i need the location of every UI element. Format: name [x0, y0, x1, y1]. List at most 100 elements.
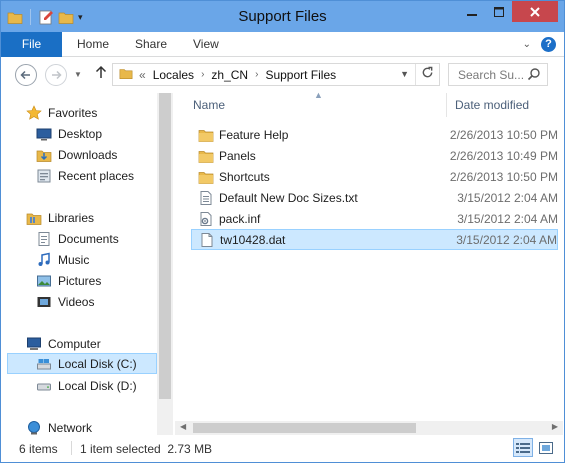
item-count: 6 items	[19, 442, 58, 456]
nav-downloads[interactable]: Downloads	[36, 144, 117, 165]
file-list-horizontal-scrollbar[interactable]: ◀ ▶	[175, 421, 563, 435]
nav-pictures[interactable]: Pictures	[36, 270, 101, 291]
large-icons-view-button[interactable]	[536, 438, 556, 457]
nav-videos-label: Videos	[58, 294, 95, 309]
nav-recent-label: Recent places	[58, 168, 135, 183]
recent-locations-chevron-icon[interactable]: ▼	[74, 70, 82, 79]
file-date: 2/26/2013 10:49 PM	[449, 148, 558, 163]
breadcrumb-overflow[interactable]: «	[139, 68, 146, 82]
help-icon[interactable]: ?	[541, 37, 556, 52]
nav-documents-label: Documents	[58, 231, 119, 246]
nav-music[interactable]: Music	[36, 249, 89, 270]
nav-music-label: Music	[58, 252, 90, 267]
breadcrumb-locales[interactable]: Locales	[153, 68, 194, 82]
libraries-icon	[26, 210, 42, 226]
column-header-name[interactable]: Name	[193, 93, 225, 117]
nav-libraries-label: Libraries	[48, 210, 95, 225]
drive-d-icon	[36, 378, 52, 394]
nav-network-label: Network	[48, 420, 93, 435]
downloads-icon	[36, 147, 52, 163]
nav-videos[interactable]: Videos	[36, 291, 94, 312]
nav-local-d-label: Local Disk (D:)	[58, 378, 137, 393]
navigation-pane: Favorites Desktop Downloads Recent place…	[1, 93, 173, 435]
nav-scrollbar-thumb[interactable]	[159, 93, 171, 399]
search-icon[interactable]	[527, 67, 541, 84]
nav-computer[interactable]: Computer	[26, 333, 101, 354]
breadcrumb-zh-cn[interactable]: zh_CN	[211, 68, 248, 82]
nav-local-disk-c[interactable]: Local Disk (C:)	[7, 353, 157, 374]
file-name: Default New Doc Sizes.txt	[219, 190, 358, 205]
breadcrumb-support-files[interactable]: Support Files	[265, 68, 336, 82]
window-controls	[458, 1, 558, 22]
nav-libraries[interactable]: Libraries	[26, 207, 94, 228]
forward-button[interactable]	[45, 64, 67, 86]
nav-desktop[interactable]: Desktop	[36, 123, 102, 144]
back-button[interactable]	[15, 64, 37, 86]
nav-downloads-label: Downloads	[58, 147, 118, 162]
file-name: Panels	[219, 148, 256, 163]
drive-c-icon	[36, 356, 52, 372]
file-row-selected[interactable]: tw10428.dat 3/15/2012 2:04 AM	[191, 229, 558, 250]
refresh-icon[interactable]	[421, 66, 434, 82]
file-date: 3/15/2012 2:04 AM	[456, 232, 557, 247]
tab-share[interactable]: Share	[135, 32, 167, 57]
folder-icon	[198, 169, 214, 185]
network-icon	[26, 420, 42, 436]
nav-favorites-label: Favorites	[48, 105, 98, 120]
computer-icon	[26, 336, 42, 352]
music-icon	[36, 252, 52, 268]
status-bar: 6 items 1 item selected 2.73 MB	[1, 435, 564, 462]
details-view-button[interactable]	[513, 438, 533, 457]
close-button[interactable]	[512, 1, 558, 22]
pictures-icon	[36, 273, 52, 289]
chevron-right-icon[interactable]: ›	[201, 69, 204, 80]
search-input[interactable]: Search Su...	[448, 63, 548, 86]
ribbon-tabs: File Home Share View ⌄ ?	[1, 32, 564, 57]
ribbon-right-controls: ⌄ ?	[523, 37, 556, 52]
address-history-chevron-icon[interactable]: ▼	[400, 69, 409, 79]
nav-favorites[interactable]: Favorites	[26, 102, 97, 123]
tab-home[interactable]: Home	[77, 32, 109, 57]
documents-icon	[36, 231, 52, 247]
horizontal-scrollbar-thumb[interactable]	[193, 423, 416, 433]
file-date: 2/26/2013 10:50 PM	[449, 127, 558, 142]
address-bar[interactable]: « Locales › zh_CN › Support Files ▼	[112, 63, 440, 86]
title-bar: ▾ Support Files	[1, 1, 564, 32]
star-icon	[26, 104, 42, 121]
chevron-right-icon[interactable]: ›	[255, 69, 258, 80]
nav-recent-places[interactable]: Recent places	[36, 165, 134, 186]
explorer-window: ▾ Support Files File Home Share View ⌄ ?	[0, 0, 565, 463]
nav-documents[interactable]: Documents	[36, 228, 119, 249]
maximize-button[interactable]	[485, 1, 512, 22]
status-divider	[71, 441, 72, 455]
expand-ribbon-icon[interactable]: ⌄	[523, 39, 531, 50]
tab-view[interactable]: View	[193, 32, 219, 57]
breadcrumb: « Locales › zh_CN › Support Files	[139, 68, 336, 82]
search-placeholder: Search Su...	[458, 67, 525, 82]
file-date: 2/26/2013 10:50 PM	[449, 169, 558, 184]
folder-icon	[198, 148, 214, 164]
file-row[interactable]: Panels 2/26/2013 10:49 PM	[191, 145, 558, 166]
selection-info: 1 item selected 2.73 MB	[80, 442, 213, 456]
navigation-bar: ▼ « Locales › zh_CN › Support Files ▼ Se…	[1, 58, 564, 91]
file-row[interactable]: Feature Help 2/26/2013 10:50 PM	[191, 124, 558, 145]
file-row[interactable]: Shortcuts 2/26/2013 10:50 PM	[191, 166, 558, 187]
column-divider[interactable]	[446, 93, 447, 117]
file-row[interactable]: Default New Doc Sizes.txt 3/15/2012 2:04…	[191, 187, 558, 208]
file-row[interactable]: pack.inf 3/15/2012 2:04 AM	[191, 208, 558, 229]
file-date: 3/15/2012 2:04 AM	[457, 190, 558, 205]
nav-computer-label: Computer	[48, 336, 101, 351]
up-arrow-icon[interactable]	[95, 65, 107, 83]
file-name: Shortcuts	[219, 169, 270, 184]
scroll-left-icon[interactable]: ◀	[180, 422, 186, 431]
nav-local-disk-d[interactable]: Local Disk (D:)	[36, 375, 137, 396]
tab-file[interactable]: File	[1, 32, 62, 57]
nav-scrollbar[interactable]	[157, 93, 173, 435]
file-date: 3/15/2012 2:04 AM	[457, 211, 558, 226]
scroll-right-icon[interactable]: ▶	[552, 422, 558, 431]
minimize-button[interactable]	[458, 1, 485, 22]
nav-desktop-label: Desktop	[58, 126, 103, 141]
file-name: pack.inf	[219, 211, 261, 226]
folder-icon	[198, 127, 214, 143]
column-header-date[interactable]: Date modified	[455, 93, 529, 117]
